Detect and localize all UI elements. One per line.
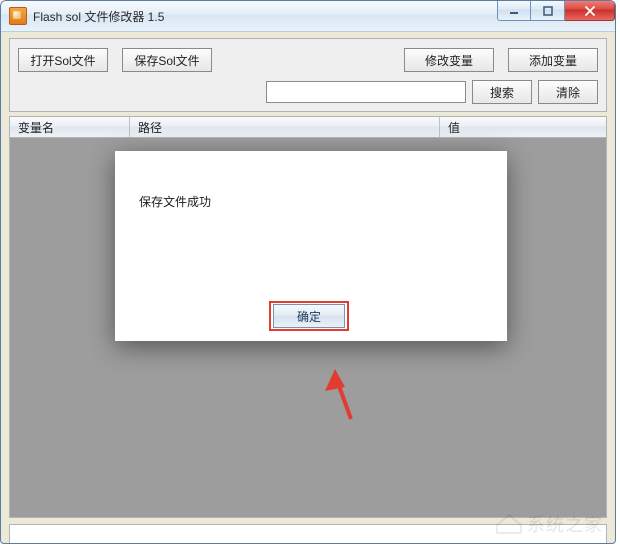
column-header-path[interactable]: 路径: [130, 117, 440, 137]
save-sol-button[interactable]: 保存Sol文件: [122, 48, 212, 72]
toolbar-row-1: 打开Sol文件 保存Sol文件 修改变量 添加变量: [18, 47, 598, 73]
grid-header: 变量名 路径 值: [9, 116, 607, 138]
maximize-icon: [543, 6, 553, 16]
bottom-panel: [9, 524, 607, 544]
column-header-value[interactable]: 值: [440, 117, 606, 137]
save-success-dialog: 保存文件成功 确定: [115, 151, 507, 341]
toolbar-row-2: 搜索 清除: [18, 79, 598, 105]
modify-variable-button[interactable]: 修改变量: [404, 48, 494, 72]
maximize-button[interactable]: [531, 1, 565, 21]
dialog-message: 保存文件成功: [139, 193, 211, 210]
clear-button[interactable]: 清除: [538, 80, 598, 104]
titlebar: Flash sol 文件修改器 1.5: [1, 1, 615, 32]
window-title: Flash sol 文件修改器 1.5: [33, 8, 164, 25]
app-icon: [9, 7, 27, 25]
toolbar-panel: 打开Sol文件 保存Sol文件 修改变量 添加变量 搜索 清除: [9, 38, 607, 112]
minimize-button[interactable]: [497, 1, 531, 21]
ok-button[interactable]: 确定: [273, 304, 345, 328]
add-variable-button[interactable]: 添加变量: [508, 48, 598, 72]
open-sol-button[interactable]: 打开Sol文件: [18, 48, 108, 72]
minimize-icon: [509, 6, 519, 16]
close-icon: [584, 6, 596, 16]
app-window: Flash sol 文件修改器 1.5 打开Sol文件: [0, 0, 616, 544]
ok-button-highlight: 确定: [269, 301, 349, 331]
column-header-name[interactable]: 变量名: [10, 117, 130, 137]
search-input[interactable]: [266, 81, 466, 103]
window-controls: [497, 1, 615, 21]
close-button[interactable]: [565, 1, 615, 21]
search-button[interactable]: 搜索: [472, 80, 532, 104]
